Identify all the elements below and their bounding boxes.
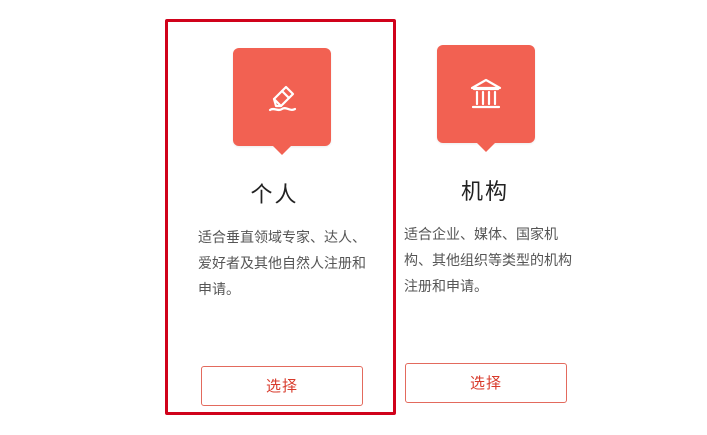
card-personal[interactable]: 个人 适合垂直领域专家、达人、爱好者及其他自然人注册和申请。 选择: [165, 19, 396, 415]
card-title: 机构: [460, 180, 509, 205]
card-organization[interactable]: 机构 适合企业、媒体、国家机构、其他组织等类型的机构注册和申请。 选择: [398, 19, 574, 415]
select-personal-button[interactable]: 选择: [201, 366, 363, 406]
select-organization-button[interactable]: 选择: [405, 363, 567, 403]
pencil-signature-icon: [268, 85, 297, 112]
card-description: 适合企业、媒体、国家机构、其他组织等类型的机构注册和申请。: [404, 227, 572, 295]
personal-icon-badge: [233, 48, 331, 155]
card-title: 个人: [250, 183, 299, 208]
account-type-selector: 个人 适合垂直领域专家、达人、爱好者及其他自然人注册和申请。 选择 机构 适合企…: [0, 0, 707, 435]
institution-building-icon: [470, 78, 502, 109]
organization-icon-badge: [437, 45, 535, 152]
card-description: 适合垂直领域专家、达人、爱好者及其他自然人注册和申请。: [198, 230, 366, 298]
